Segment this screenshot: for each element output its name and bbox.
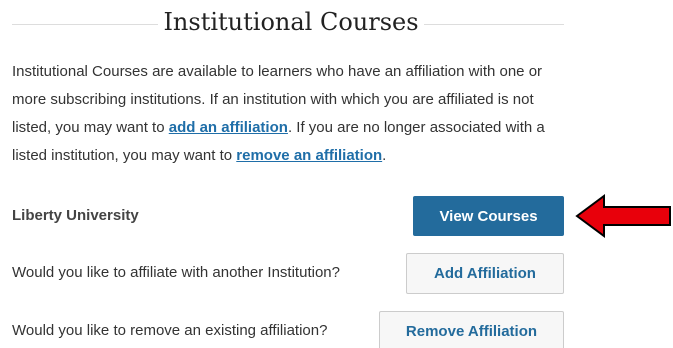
title-divider-right bbox=[424, 24, 564, 25]
institution-name: Liberty University bbox=[12, 207, 139, 224]
remove-affiliation-button[interactable]: Remove Affiliation bbox=[379, 311, 564, 348]
intro-text-3: . bbox=[382, 147, 387, 164]
remove-question: Would you like to remove an existing aff… bbox=[12, 322, 328, 339]
intro-paragraph: Institutional Courses are available to l… bbox=[12, 58, 572, 170]
view-courses-button[interactable]: View Courses bbox=[413, 196, 564, 236]
page-title: Institutional Courses bbox=[163, 8, 419, 36]
page-header: Institutional Courses bbox=[12, 4, 564, 40]
affiliate-question: Would you like to affiliate with another… bbox=[12, 264, 340, 281]
left-arrow-icon bbox=[575, 194, 671, 238]
add-affiliation-link[interactable]: add an affiliation bbox=[169, 119, 288, 136]
add-affiliation-button[interactable]: Add Affiliation bbox=[406, 253, 564, 294]
title-divider-left bbox=[12, 24, 158, 25]
remove-affiliation-link[interactable]: remove an affiliation bbox=[236, 147, 382, 164]
